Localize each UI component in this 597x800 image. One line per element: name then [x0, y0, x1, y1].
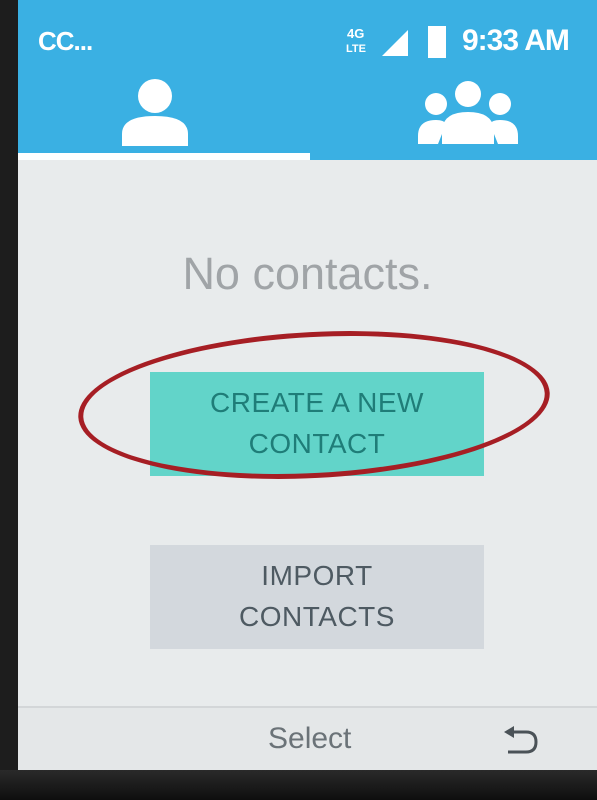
softkey-bar: Select: [18, 706, 597, 770]
group-icon: [418, 81, 518, 144]
svg-text:LTE: LTE: [346, 43, 366, 55]
svg-text:4G: 4G: [347, 26, 364, 41]
lte-icon: 4G LTE: [346, 26, 366, 55]
import-contacts-label: IMPORT CONTACTS: [239, 560, 395, 632]
selected-tab-indicator: [18, 153, 310, 160]
tab-groups[interactable]: [310, 70, 597, 160]
softkey-select[interactable]: Select: [268, 722, 351, 756]
device-bezel-bottom: [0, 770, 597, 800]
battery-icon: [428, 26, 446, 58]
status-icons: 4G LTE 9:33 AM: [344, 20, 594, 60]
create-new-contact-label: CREATE A NEW CONTACT: [210, 387, 424, 459]
empty-state-message: No contacts.: [182, 248, 433, 299]
import-contacts-button[interactable]: IMPORT CONTACTS: [150, 545, 484, 649]
person-icon: [122, 79, 188, 146]
tab-contacts[interactable]: [18, 70, 310, 160]
device-bezel: [0, 0, 18, 800]
signal-strength-icon: [382, 30, 408, 56]
back-icon[interactable]: [500, 724, 540, 754]
phone-screen: CC... 4G LTE 9:33 AM No contacts. CREATE…: [0, 0, 597, 800]
carrier-name: CC...: [38, 26, 93, 56]
create-new-contact-button[interactable]: CREATE A NEW CONTACT: [150, 372, 484, 476]
status-time: 9:33 AM: [462, 24, 570, 57]
